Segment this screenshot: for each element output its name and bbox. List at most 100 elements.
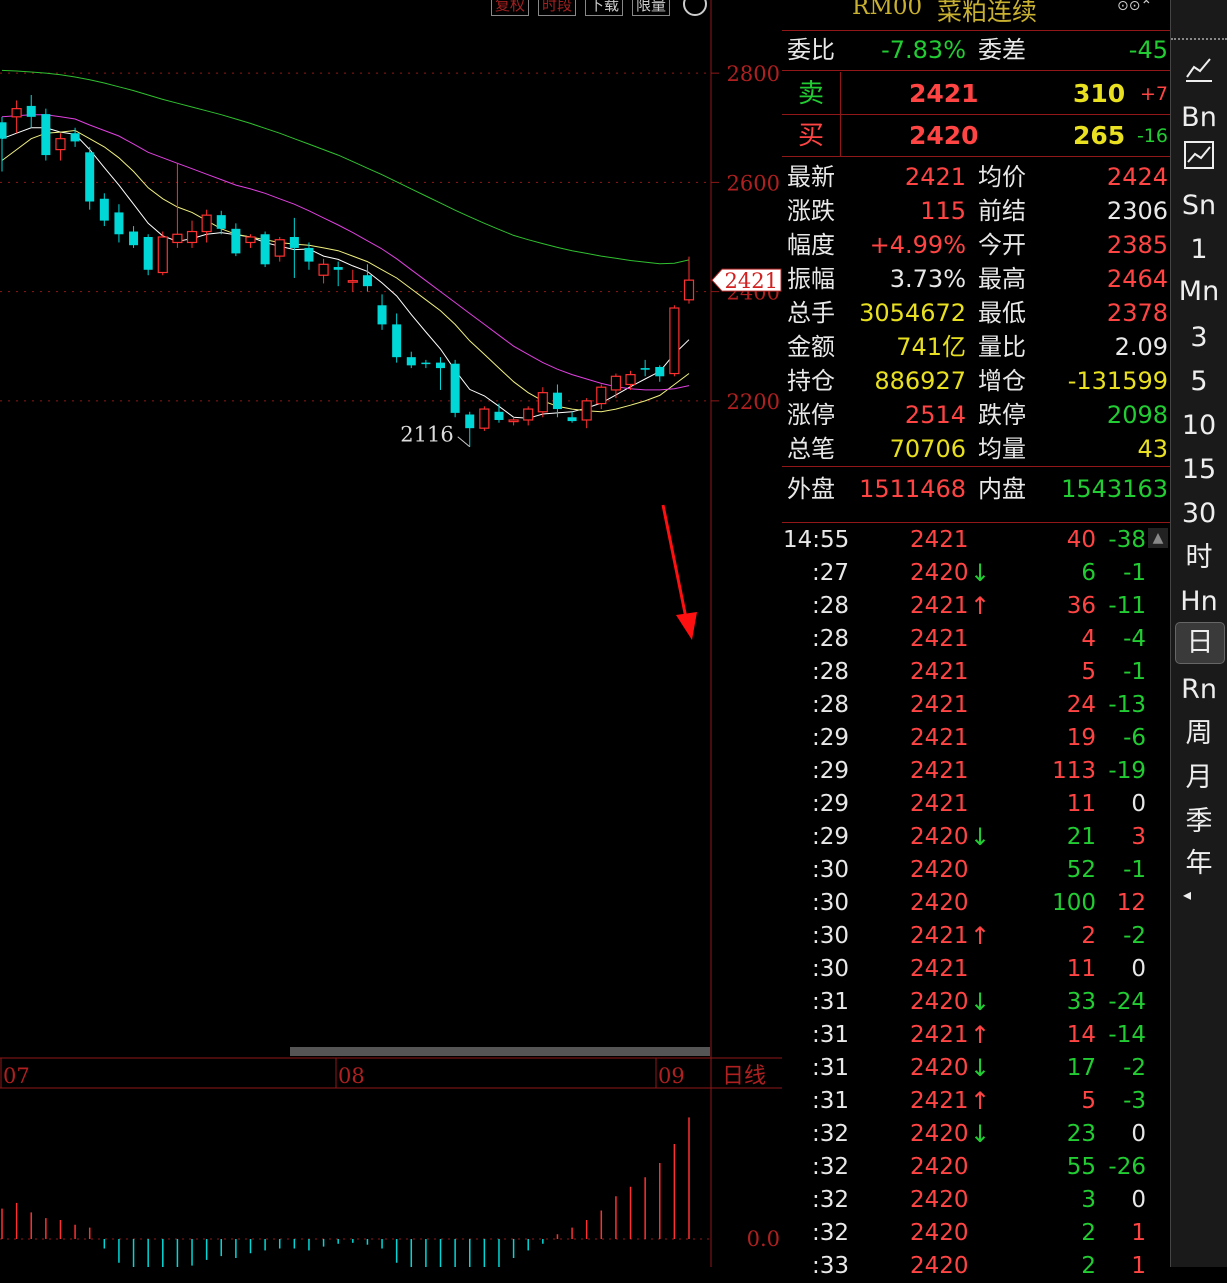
tick-row[interactable]: :30 2421 ↑ 2 -2 (782, 920, 1171, 953)
candle-body (245, 236, 256, 244)
tick-row[interactable]: :30 2420 100 12 (782, 887, 1171, 920)
stat-label: 增仓 (978, 367, 1026, 395)
period-button[interactable]: 10 (1175, 406, 1223, 446)
tick-direction-icon: ↑ (970, 922, 991, 950)
tick-volume: 2 (1081, 923, 1096, 949)
current-price-tag-label: 2421 (725, 269, 778, 293)
tick-row[interactable]: :32 2420 55 -26 (782, 1151, 1171, 1184)
candle-body (406, 357, 416, 366)
kline-chart[interactable]: 30002800260024002200070809日线211624210.0 (0, 0, 782, 1267)
panel-settings-icon[interactable]: ⊙⊙⌃ (1117, 0, 1152, 14)
tick-time: :30 (812, 890, 850, 916)
candle-body (655, 366, 665, 377)
stat-value: 115 (920, 197, 966, 225)
tick-row[interactable]: :32 2420 3 0 (782, 1184, 1171, 1217)
price-tick-label: 2200 (727, 390, 780, 414)
tick-time: :30 (812, 923, 850, 949)
stat-label: 最低 (978, 299, 1026, 327)
stat-row: 涨跌 115 前结 2306 (782, 194, 1171, 228)
tick-row[interactable]: :29 2420 ↓ 21 3 (782, 821, 1171, 854)
tick-row[interactable]: :31 2420 ↓ 17 -2 (782, 1052, 1171, 1085)
tick-row[interactable]: :31 2421 ↑ 14 -14 (782, 1019, 1171, 1052)
x-tick-label: 08 (338, 1064, 365, 1088)
tick-price: 2420 (910, 857, 969, 883)
candle-body (581, 400, 592, 421)
stat-row: 总笔 70706 均量 43 (782, 432, 1171, 466)
neipan-value: 1543163 (1061, 475, 1168, 503)
stat-value: -131599 (1067, 367, 1168, 395)
period-button[interactable]: Mn (1175, 272, 1223, 312)
tick-row[interactable]: :28 2421 ↑ 36 -11 (782, 590, 1171, 623)
tick-oi-change: -1 (1123, 659, 1146, 685)
line-chart-icon[interactable] (1175, 55, 1223, 95)
download-button[interactable]: 下载 (585, 0, 624, 16)
tick-volume: 11 (1066, 956, 1096, 982)
candle-body (55, 138, 66, 151)
candle-body (172, 233, 183, 244)
tick-row[interactable]: :30 2420 52 -1 (782, 854, 1171, 887)
tick-row[interactable]: :29 2421 19 -6 (782, 722, 1171, 755)
period-button[interactable]: 日 (1175, 622, 1225, 664)
tick-row[interactable]: :28 2421 5 -1 (782, 656, 1171, 689)
period-button[interactable]: 周 (1175, 714, 1223, 754)
tick-oi-change: -14 (1108, 1022, 1146, 1048)
toolbar-collapse-icon[interactable]: ◂ (1183, 885, 1191, 904)
tick-time: :32 (812, 1187, 850, 1213)
tick-row[interactable]: :29 2421 11 0 (782, 788, 1171, 821)
period-button[interactable]: 月 (1175, 758, 1223, 798)
tick-row[interactable]: :28 2421 4 -4 (782, 623, 1171, 656)
period-button[interactable]: Rn (1175, 670, 1223, 710)
stat-value: 2378 (1106, 299, 1168, 327)
tick-row[interactable]: :28 2421 24 -13 (782, 689, 1171, 722)
tick-oi-change: 3 (1131, 824, 1146, 850)
candle-body (41, 114, 51, 156)
tick-oi-change: -2 (1123, 923, 1146, 949)
tick-row[interactable]: :30 2421 11 0 (782, 953, 1171, 986)
tick-row[interactable]: :32 2420 2 1 (782, 1217, 1171, 1250)
weibi-row: 委比 -7.83% 委差 -45 (782, 33, 1171, 67)
candle-body (377, 305, 387, 325)
waipan-label: 外盘 (787, 475, 835, 503)
ma-line-ma5 (1, 127, 690, 419)
period-button[interactable]: Sn (1175, 186, 1223, 226)
tick-row[interactable]: :27 2420 ↓ 6 -1 (782, 557, 1171, 590)
tick-row[interactable]: 14:55 2421 40 -38 (782, 524, 1171, 557)
tick-oi-change: -26 (1108, 1154, 1146, 1180)
xianliang-button[interactable]: 限量 (632, 0, 671, 16)
tick-row[interactable]: :31 2421 ↑ 5 -3 (782, 1085, 1171, 1118)
tick-row[interactable]: :31 2420 ↓ 33 -24 (782, 986, 1171, 1019)
tick-price: 2421 (910, 758, 969, 784)
fuquan-button[interactable]: 复权 (491, 0, 530, 16)
period-button[interactable]: Bn (1175, 98, 1223, 138)
weibi-label: 委比 (787, 36, 835, 64)
x-tick-label: 09 (658, 1064, 685, 1088)
tick-row[interactable]: :32 2420 ↓ 23 0 (782, 1118, 1171, 1151)
candle-body (186, 230, 198, 244)
period-button[interactable]: 年 (1175, 844, 1223, 884)
period-button[interactable]: 季 (1175, 802, 1223, 842)
waipan-value: 1511468 (859, 475, 966, 503)
period-button[interactable]: 1 (1175, 230, 1223, 270)
scroll-up-icon[interactable]: ▲ (1148, 528, 1168, 548)
symbol-name: 菜粕连续 (937, 0, 1038, 26)
tick-oi-change: -38 (1108, 527, 1146, 553)
period-button[interactable]: 15 (1175, 450, 1223, 490)
period-button[interactable]: 5 (1175, 362, 1223, 402)
symbol-code: RM00 (852, 0, 923, 20)
candle-body (347, 280, 358, 283)
tick-direction-icon: ↑ (970, 1021, 991, 1049)
period-button[interactable]: 30 (1175, 494, 1223, 534)
period-button[interactable]: Hn (1175, 582, 1223, 622)
stat-row: 最新 2421 均价 2424 (782, 160, 1171, 194)
tick-oi-change: -24 (1108, 989, 1146, 1015)
stat-value: 2385 (1106, 231, 1168, 259)
trend-chart-icon[interactable] (1175, 140, 1223, 180)
chart-scrollbar[interactable] (290, 1047, 710, 1056)
stat-value: 2514 (904, 401, 966, 429)
shiduan-button[interactable]: 时段 (538, 0, 577, 16)
tick-oi-change: -19 (1108, 758, 1146, 784)
period-button[interactable]: 时 (1175, 538, 1223, 578)
tick-time: :30 (812, 857, 850, 883)
tick-row[interactable]: :29 2421 113 -19 (782, 755, 1171, 788)
period-button[interactable]: 3 (1175, 318, 1223, 358)
